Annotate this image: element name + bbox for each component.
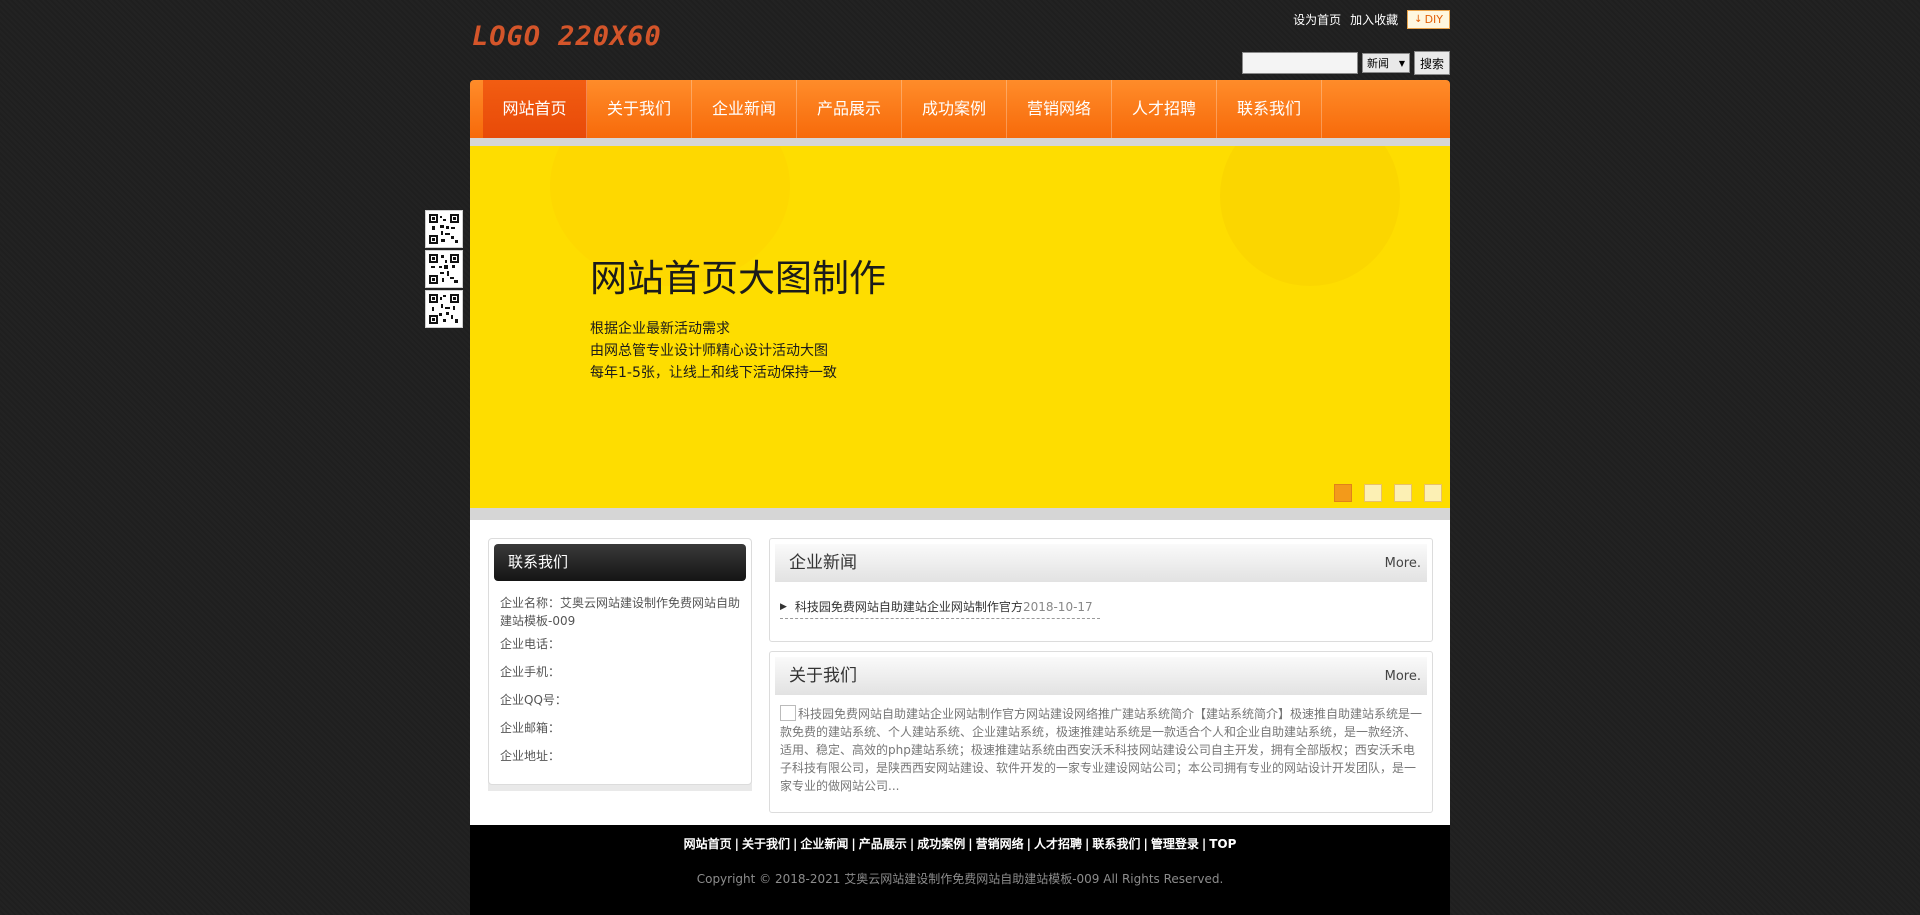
banner-title: 网站首页大图制作: [590, 257, 886, 300]
contact-address: 企业地址：: [500, 749, 561, 763]
about-summary: 科技园免费网站自助建站企业网站制作官方网站建设网络推广建站系统简介【建站系统简介…: [780, 705, 1422, 795]
qr-code-icon: [429, 254, 459, 284]
nav-item-about[interactable]: 关于我们: [587, 80, 692, 138]
banner-decoration: [1220, 146, 1400, 286]
contact-panel-title: 联系我们: [494, 544, 746, 581]
banner-frame: 网站首页大图制作 根据企业最新活动需求 由网总管专业设计师精心设计活动大图 每年…: [470, 138, 1450, 520]
banner-line: 根据企业最新活动需求: [590, 321, 730, 337]
contact-panel: 联系我们 企业名称：艾奥云网站建设制作免费网站自助建站模板-009 企业电话： …: [488, 538, 752, 785]
page-container: LOGO 220X60 设为首页 加入收藏 ↓ DIY 新闻 ▼ 搜索 网站首页…: [470, 0, 1450, 915]
nav-item-network[interactable]: 营销网络: [1007, 80, 1112, 138]
news-panel-header: 企业新闻 More.: [775, 544, 1427, 582]
about-panel: 关于我们 More. 科技园免费网站自助建站企业网站制作官方网站建设网络推广建站…: [769, 651, 1433, 813]
footer-link-contact[interactable]: 联系我们: [1092, 837, 1140, 851]
site-logo[interactable]: LOGO 220X60: [472, 22, 662, 52]
slide-indicators: [1334, 484, 1442, 502]
contact-company-name: 企业名称：艾奥云网站建设制作免费网站自助建站模板-009: [500, 596, 741, 628]
news-list-item[interactable]: ▶ 科技园免费网站自助建站企业网站制作官方 2018-10-17: [780, 598, 1100, 619]
qr-code-column: [425, 210, 463, 330]
diy-label: DIY: [1424, 13, 1443, 26]
banner-text: 根据企业最新活动需求 由网总管专业设计师精心设计活动大图 每年1-5张，让线上和…: [590, 318, 837, 384]
set-home-link[interactable]: 设为首页: [1293, 11, 1341, 28]
add-favorite-link[interactable]: 加入收藏: [1350, 11, 1398, 28]
news-panel: 企业新闻 More. ▶ 科技园免费网站自助建站企业网站制作官方 2018-10…: [769, 538, 1433, 642]
qr-code-icon: [429, 214, 459, 244]
download-arrow-icon: ↓: [1414, 14, 1423, 25]
about-panel-header: 关于我们 More.: [775, 657, 1427, 695]
footer-link-top[interactable]: TOP: [1209, 837, 1236, 851]
search-category-value: 新闻: [1366, 57, 1389, 70]
contact-info-list: 企业名称：艾奥云网站建设制作免费网站自助建站模板-009 企业电话： 企业手机：…: [489, 586, 751, 765]
slide-dot-1[interactable]: [1334, 484, 1352, 502]
nav-item-jobs[interactable]: 人才招聘: [1112, 80, 1217, 138]
qr-code-icon: [429, 294, 459, 324]
banner-line: 由网总管专业设计师精心设计活动大图: [590, 343, 828, 359]
search-button[interactable]: 搜索: [1413, 51, 1450, 75]
news-panel-title: 企业新闻: [789, 553, 857, 573]
copyright: Copyright © 2018-2021 艾奥云网站建设制作免费网站自助建站模…: [696, 872, 1224, 886]
search-bar: 新闻 ▼ 搜索: [1241, 51, 1450, 75]
slide-dot-3[interactable]: [1394, 484, 1412, 502]
footer-links: 网站首页 | 关于我们 | 企业新闻 | 产品展示 | 成功案例 | 营销网络 | 人才招聘 | 联系我们 |…: [683, 837, 1237, 851]
bullet-arrow-icon: ▶: [780, 601, 787, 612]
contact-email: 企业邮箱：: [500, 721, 561, 735]
contact-mobile: 企业手机：: [500, 665, 561, 679]
nav-item-news[interactable]: 企业新闻: [692, 80, 797, 138]
nav-item-contact[interactable]: 联系我们: [1217, 80, 1322, 138]
nav-item-cases[interactable]: 成功案例: [902, 80, 1007, 138]
banner-line: 每年1-5张，让线上和线下活动保持一致: [590, 365, 837, 381]
about-more-link[interactable]: More.: [1385, 658, 1421, 696]
top-links: 设为首页 加入收藏 ↓ DIY: [1293, 10, 1450, 29]
contact-qq: 企业QQ号：: [500, 693, 567, 707]
nav-item-home[interactable]: 网站首页: [483, 80, 587, 138]
about-panel-title: 关于我们: [789, 666, 857, 686]
dropdown-arrow-icon: ▼: [1398, 58, 1405, 68]
slide-dot-2[interactable]: [1364, 484, 1382, 502]
news-item-date: 2018-10-17: [1022, 599, 1093, 614]
footer-link-products[interactable]: 产品展示: [859, 837, 907, 851]
search-input[interactable]: [1241, 52, 1358, 74]
footer-link-news[interactable]: 企业新闻: [800, 837, 848, 851]
main-nav: 网站首页 关于我们 企业新闻 产品展示 成功案例 营销网络 人才招聘 联系我们: [470, 80, 1450, 138]
footer-link-network[interactable]: 营销网络: [976, 837, 1024, 851]
main-content: 联系我们 企业名称：艾奥云网站建设制作免费网站自助建站模板-009 企业电话： …: [470, 520, 1450, 825]
nav-item-products[interactable]: 产品展示: [797, 80, 902, 138]
footer-link-jobs[interactable]: 人才招聘: [1034, 837, 1082, 851]
search-category-select[interactable]: 新闻 ▼: [1361, 53, 1410, 73]
footer: 网站首页 | 关于我们 | 企业新闻 | 产品展示 | 成功案例 | 营销网络 | 人才招聘 | 联系我们 |…: [470, 825, 1450, 915]
news-item-title[interactable]: 科技园免费网站自助建站企业网站制作官方: [795, 598, 1023, 615]
news-more-link[interactable]: More.: [1385, 545, 1421, 583]
footer-link-home[interactable]: 网站首页: [684, 837, 732, 851]
contact-phone: 企业电话：: [500, 637, 561, 651]
slide-dot-4[interactable]: [1424, 484, 1442, 502]
diy-button[interactable]: ↓ DIY: [1407, 10, 1450, 29]
hero-banner[interactable]: 网站首页大图制作 根据企业最新活动需求 由网总管专业设计师精心设计活动大图 每年…: [470, 146, 1450, 508]
qr-code-3: [425, 290, 463, 328]
broken-image-icon: [780, 705, 796, 721]
qr-code-2: [425, 250, 463, 288]
qr-code-1: [425, 210, 463, 248]
footer-link-admin-login[interactable]: 管理登录: [1151, 837, 1199, 851]
footer-link-cases[interactable]: 成功案例: [917, 837, 965, 851]
footer-link-about[interactable]: 关于我们: [742, 837, 790, 851]
about-summary-text: 科技园免费网站自助建站企业网站制作官方网站建设网络推广建站系统简介【建站系统简介…: [780, 707, 1423, 793]
